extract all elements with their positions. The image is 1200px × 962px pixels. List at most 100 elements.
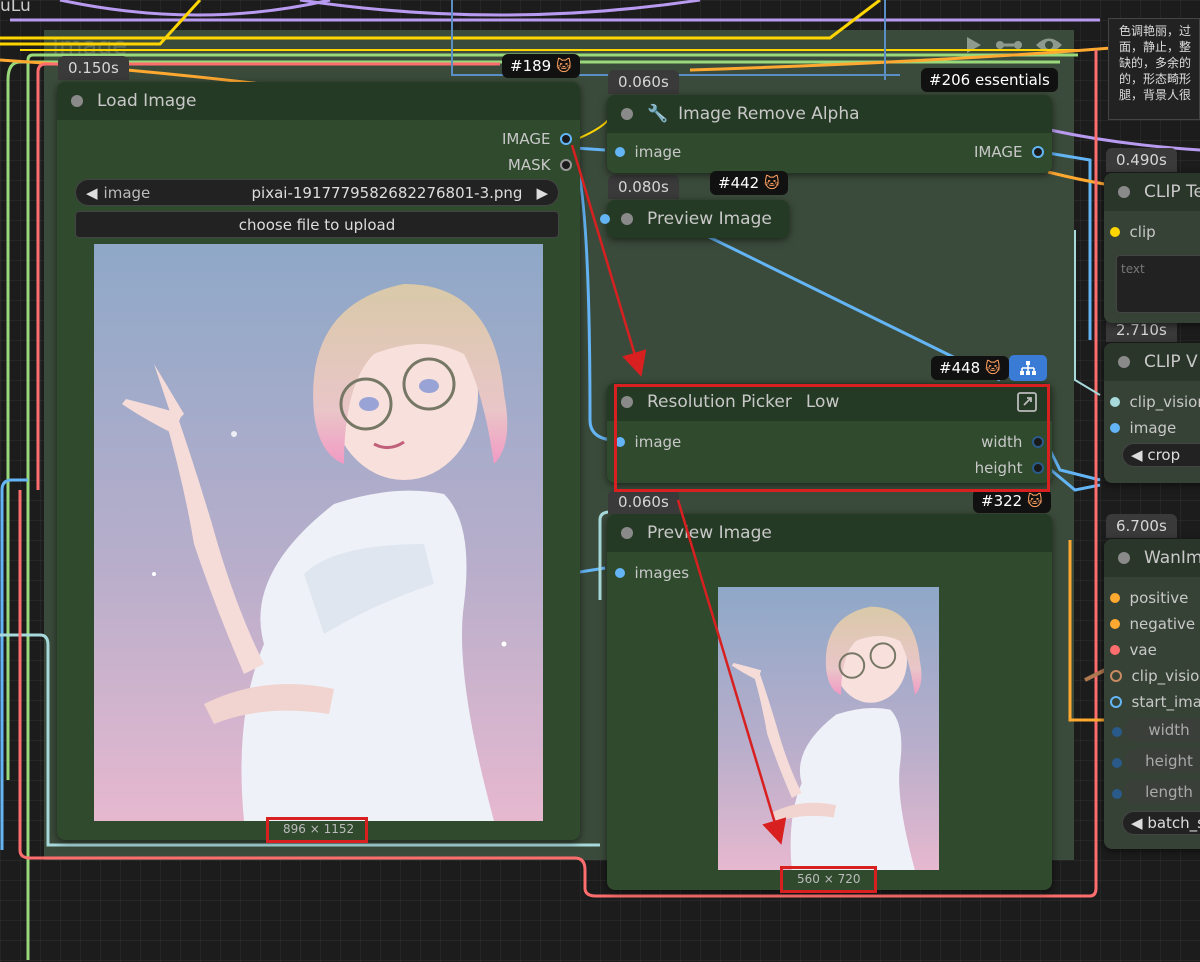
input-dot-positive[interactable] — [1110, 593, 1120, 603]
notes-line: 缺的，多余的 — [1119, 56, 1192, 70]
height-widget[interactable]: height — [1124, 749, 1200, 773]
link-icon[interactable] — [994, 34, 1024, 56]
input-dot-image[interactable] — [1110, 423, 1120, 433]
crop-label: crop — [1147, 446, 1181, 464]
input-dot-negative[interactable] — [1110, 619, 1120, 629]
input-dot-images[interactable] — [615, 568, 625, 578]
wan-exec-time: 6.700s — [1106, 514, 1177, 538]
output-slot-image[interactable]: IMAGE — [502, 130, 572, 148]
input-dot-vae[interactable] — [1110, 645, 1120, 655]
input-slot-image[interactable]: image — [615, 143, 681, 161]
collapse-dot-icon[interactable] — [1118, 552, 1130, 564]
preview-image-collapsed-node[interactable]: Preview Image — [607, 200, 789, 238]
load-image-id-tag[interactable]: #189 🐱 — [502, 54, 580, 78]
preview-small-exec-time: 0.080s — [608, 175, 679, 199]
input-dot-clip-vision[interactable] — [1110, 397, 1120, 407]
upload-button[interactable]: choose file to upload — [75, 211, 559, 238]
clip-text-exec-time: 0.490s — [1106, 148, 1177, 172]
input-slot-image[interactable]: image — [1110, 419, 1176, 437]
combo-value: pixai-1917779582682276801-3.png — [251, 183, 523, 202]
preview-small-title: Preview Image — [647, 209, 772, 229]
fox-icon: 🐱 — [1026, 492, 1043, 510]
combo-left-arrow-icon[interactable]: ◀ — [1131, 446, 1143, 464]
output-slot-image[interactable]: IMAGE — [974, 143, 1044, 161]
wan-title-bar[interactable]: WanIm — [1104, 539, 1200, 577]
prompt-notes-panel[interactable]: 色调艳丽，过 面，静止，整 缺的，多余的 的，形态畸形 腿，背景人很 — [1108, 18, 1200, 120]
input-label-image: image — [634, 143, 682, 161]
preview-small-title-bar[interactable]: Preview Image — [607, 200, 789, 238]
output-dot-image[interactable] — [560, 133, 572, 145]
clip-text-encode-node[interactable]: CLIP Te clip text — [1104, 173, 1200, 323]
collapse-dot-icon[interactable] — [1118, 186, 1130, 198]
eye-icon[interactable] — [1034, 34, 1064, 56]
loaded-image-preview — [94, 244, 543, 821]
image-combo-widget[interactable]: ◀ image pixai-1917779582682276801-3.png … — [75, 179, 559, 206]
length-widget-label: length — [1145, 783, 1193, 801]
preview-main-id-text: #322 — [981, 492, 1023, 510]
preview-small-id-text: #442 — [718, 174, 760, 192]
annotation-highlight-resolution-picker — [614, 384, 1050, 492]
input-slot-positive[interactable]: positive — [1110, 589, 1188, 607]
width-widget[interactable]: width — [1124, 718, 1200, 742]
combo-right-arrow-icon[interactable]: ▶ — [536, 184, 548, 202]
clip-vision-title: CLIP V — [1144, 352, 1198, 372]
input-label-vae: vae — [1129, 641, 1157, 659]
height-widget-label: height — [1145, 752, 1193, 770]
preview-small-id-tag[interactable]: #442 🐱 — [710, 171, 788, 195]
length-widget[interactable]: length — [1124, 780, 1200, 804]
preview-main-id-tag[interactable]: #322 🐱 — [973, 489, 1051, 513]
input-slot-start-image[interactable]: start_imag — [1110, 693, 1200, 711]
combo-label: image — [103, 183, 151, 202]
remove-alpha-title-bar[interactable]: 🔧 Image Remove Alpha — [607, 95, 1052, 133]
output-dot-image[interactable] — [1032, 146, 1044, 158]
clip-text-title: CLIP Te — [1144, 182, 1200, 202]
input-slot-vae[interactable]: vae — [1110, 641, 1157, 659]
input-label-clip-vision: clip_vision — [1129, 393, 1200, 411]
hierarchy-icon — [1020, 361, 1036, 375]
preview-small-input-dot[interactable] — [600, 214, 610, 224]
preview-main-title-bar[interactable]: Preview Image — [607, 514, 1052, 552]
node-library-button[interactable] — [1009, 355, 1047, 381]
preview-main-exec-time: 0.060s — [608, 490, 679, 514]
clip-vision-encode-node[interactable]: CLIP V clip_vision image ◀ crop — [1104, 343, 1200, 483]
group-toolbar — [962, 34, 1064, 56]
input-slot-negative[interactable]: negative — [1110, 615, 1195, 633]
resolution-picker-id-text: #448 — [939, 359, 981, 377]
collapse-dot-icon[interactable] — [1118, 356, 1130, 368]
input-slot-clip-vision[interactable]: clip_vision — [1110, 393, 1200, 411]
input-dot-length[interactable] — [1112, 789, 1122, 799]
resolution-picker-id-tag[interactable]: #448 🐱 — [931, 356, 1009, 380]
combo-left-arrow-icon[interactable]: ◀ — [1131, 814, 1143, 832]
output-slot-mask[interactable]: MASK — [508, 156, 572, 174]
collapse-dot-icon[interactable] — [621, 527, 633, 539]
remove-alpha-id-tag[interactable]: #206 essentials — [921, 68, 1058, 92]
input-slot-clip-vision-output[interactable]: clip_vision — [1110, 667, 1200, 685]
collapse-dot-icon[interactable] — [71, 95, 83, 107]
fox-icon: 🐱 — [763, 174, 780, 192]
wan-image-to-video-node[interactable]: WanIm positive negative vae clip_vision … — [1104, 539, 1200, 849]
input-dot-height[interactable] — [1112, 758, 1122, 768]
crop-combo-widget[interactable]: ◀ crop — [1122, 443, 1200, 467]
load-image-id-text: #189 — [510, 57, 552, 75]
input-label-clip-vision-output: clip_vision — [1131, 667, 1200, 685]
input-slot-images[interactable]: images — [615, 564, 689, 582]
input-dot-image[interactable] — [615, 147, 625, 157]
batch-size-widget[interactable]: ◀ batch_s — [1122, 811, 1200, 835]
output-label-image: IMAGE — [501, 130, 551, 148]
input-dot-clip-vision-output[interactable] — [1110, 670, 1122, 682]
play-icon[interactable] — [962, 34, 984, 56]
remove-alpha-node[interactable]: 🔧 Image Remove Alpha image IMAGE — [607, 95, 1052, 173]
combo-left-arrow-icon[interactable]: ◀ — [86, 184, 98, 202]
output-dot-mask[interactable] — [560, 159, 572, 171]
collapse-dot-icon[interactable] — [621, 108, 633, 120]
collapse-dot-icon[interactable] — [621, 213, 633, 225]
input-dot-width[interactable] — [1112, 727, 1122, 737]
load-image-title-bar[interactable]: Load Image — [57, 82, 580, 120]
input-label-images: images — [634, 564, 690, 582]
clip-text-title-bar[interactable]: CLIP Te — [1104, 173, 1200, 211]
input-dot-clip[interactable] — [1110, 227, 1120, 237]
clip-vision-title-bar[interactable]: CLIP V — [1104, 343, 1200, 381]
input-dot-start-image[interactable] — [1110, 696, 1122, 708]
prompt-text-area[interactable]: text — [1116, 255, 1200, 313]
input-slot-clip[interactable]: clip — [1110, 223, 1156, 241]
